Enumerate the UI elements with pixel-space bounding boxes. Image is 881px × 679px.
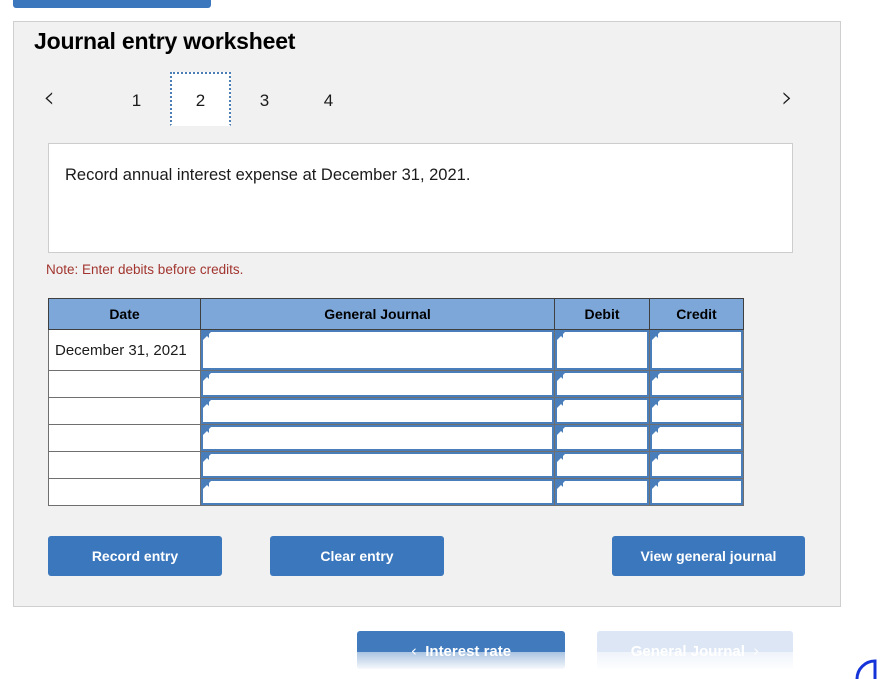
- input-debit-5[interactable]: [555, 452, 649, 478]
- column-header-debit: Debit: [554, 298, 650, 330]
- previous-entry-icon[interactable]: ‹: [36, 81, 62, 113]
- worksheet-tab-3[interactable]: 3: [234, 72, 295, 126]
- cell-debit-1[interactable]: [554, 329, 650, 371]
- input-debit-3[interactable]: [555, 398, 649, 424]
- record-entry-button[interactable]: Record entry: [48, 536, 222, 576]
- cell-credit-1[interactable]: [649, 329, 744, 371]
- cell-date-3[interactable]: [48, 397, 201, 425]
- input-credit-3[interactable]: [650, 398, 743, 424]
- pager-previous-label: Interest rate: [425, 643, 512, 660]
- chevron-left-icon: ‹: [410, 642, 417, 660]
- chevron-right-icon: ›: [753, 642, 760, 660]
- cell-debit-4[interactable]: [554, 424, 650, 452]
- cell-date-5[interactable]: [48, 451, 201, 479]
- input-general-journal-5[interactable]: [201, 452, 554, 478]
- journal-entry-table: Date General Journal Debit Credit Decemb…: [48, 298, 744, 506]
- cell-credit-4[interactable]: [649, 424, 744, 452]
- cell-debit-6[interactable]: [554, 478, 650, 506]
- cell-general-journal-6[interactable]: [200, 478, 555, 506]
- cell-date-2[interactable]: [48, 370, 201, 398]
- entry-description-box: Record annual interest expense at Decemb…: [48, 143, 793, 253]
- input-credit-2[interactable]: [650, 371, 743, 397]
- cell-general-journal-5[interactable]: [200, 451, 555, 479]
- cell-debit-3[interactable]: [554, 397, 650, 425]
- table-row: [48, 451, 744, 479]
- input-credit-4[interactable]: [650, 425, 743, 451]
- cell-credit-5[interactable]: [649, 451, 744, 479]
- cell-debit-5[interactable]: [554, 451, 650, 479]
- cell-general-journal-3[interactable]: [200, 397, 555, 425]
- input-general-journal-6[interactable]: [201, 479, 554, 505]
- worksheet-tab-1[interactable]: 1: [106, 72, 167, 126]
- input-debit-6[interactable]: [555, 479, 649, 505]
- input-general-journal-4[interactable]: [201, 425, 554, 451]
- input-general-journal-1[interactable]: [201, 330, 554, 370]
- worksheet-tab-4[interactable]: 4: [298, 72, 359, 126]
- page-title: Journal entry worksheet: [34, 28, 296, 54]
- debits-before-credits-note: Note: Enter debits before credits.: [46, 262, 244, 277]
- input-credit-6[interactable]: [650, 479, 743, 505]
- column-header-credit: Credit: [649, 298, 744, 330]
- table-row: December 31, 2021: [48, 329, 744, 371]
- pager-next-button[interactable]: General Journal ›: [597, 631, 793, 669]
- cell-debit-2[interactable]: [554, 370, 650, 398]
- next-entry-icon[interactable]: ›: [774, 81, 800, 113]
- pager-next-label: General Journal: [630, 643, 745, 660]
- table-header-row: Date General Journal Debit Credit: [48, 298, 744, 330]
- cell-date-6[interactable]: [48, 478, 201, 506]
- screen: Journal entry worksheet ‹ 1 2 3 4 › Reco…: [0, 0, 881, 679]
- cell-credit-2[interactable]: [649, 370, 744, 398]
- cell-date-1[interactable]: December 31, 2021: [48, 329, 201, 371]
- input-credit-1[interactable]: [650, 330, 743, 370]
- worksheet-tab-2[interactable]: 2: [170, 72, 231, 126]
- column-header-general-journal: General Journal: [200, 298, 555, 330]
- input-general-journal-3[interactable]: [201, 398, 554, 424]
- cell-credit-6[interactable]: [649, 478, 744, 506]
- input-credit-5[interactable]: [650, 452, 743, 478]
- input-debit-2[interactable]: [555, 371, 649, 397]
- table-row: [48, 370, 744, 398]
- cell-credit-3[interactable]: [649, 397, 744, 425]
- cell-general-journal-2[interactable]: [200, 370, 555, 398]
- entry-description-text: Record annual interest expense at Decemb…: [65, 166, 471, 184]
- cell-date-4[interactable]: [48, 424, 201, 452]
- column-header-date: Date: [48, 298, 201, 330]
- view-general-journal-button[interactable]: View general journal: [612, 536, 805, 576]
- top-cutoff-button[interactable]: [13, 0, 211, 8]
- table-row: [48, 424, 744, 452]
- worksheet-tabstrip: ‹ 1 2 3 4 ›: [30, 72, 800, 126]
- table-row: [48, 478, 744, 506]
- pager-previous-button[interactable]: ‹ Interest rate: [357, 631, 565, 669]
- corner-arc-icon: [853, 653, 879, 679]
- cell-general-journal-4[interactable]: [200, 424, 555, 452]
- cell-general-journal-1[interactable]: [200, 329, 555, 371]
- input-debit-1[interactable]: [555, 330, 649, 370]
- clear-entry-button[interactable]: Clear entry: [270, 536, 444, 576]
- table-row: [48, 397, 744, 425]
- input-debit-4[interactable]: [555, 425, 649, 451]
- input-general-journal-2[interactable]: [201, 371, 554, 397]
